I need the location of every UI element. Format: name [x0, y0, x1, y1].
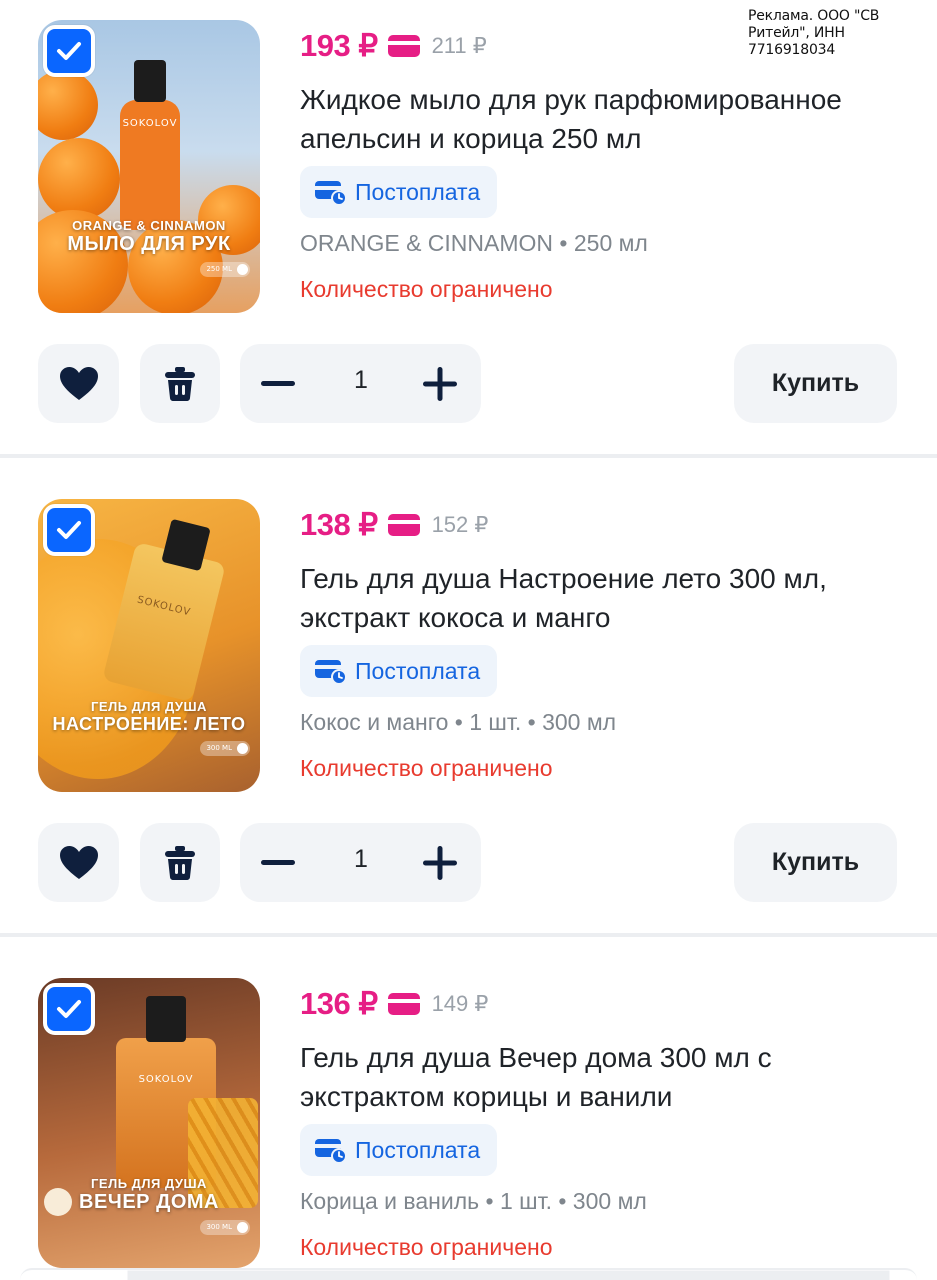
buy-button-label: Купить	[771, 848, 860, 876]
price-row: 138 ₽ 152 ₽	[300, 503, 488, 547]
product-specs: Корица и ваниль • 1 шт. • 300 мл	[300, 1188, 647, 1214]
stock-warning: Количество ограничено	[300, 755, 553, 781]
checkmark-icon	[57, 1000, 81, 1018]
current-price: 136 ₽	[300, 986, 378, 1021]
buy-button-label: Купить	[771, 369, 860, 397]
product-brand: SOKOLOV	[122, 118, 178, 129]
postpay-card-clock-icon	[315, 1139, 347, 1163]
product-specs: ORANGE & CINNAMON • 250 мл	[300, 230, 648, 256]
buy-button[interactable]: Купить	[734, 344, 897, 423]
stock-warning: Количество ограничено	[300, 276, 553, 302]
divider	[0, 933, 937, 937]
favorite-button[interactable]	[38, 344, 119, 423]
postpay-badge[interactable]: Постоплата	[300, 166, 498, 218]
plus-icon	[423, 367, 457, 401]
increment-button[interactable]	[420, 364, 460, 404]
postpay-label: Постоплата	[355, 178, 481, 205]
trash-icon	[165, 845, 195, 880]
decrement-button[interactable]	[258, 843, 298, 883]
heart-icon	[59, 845, 98, 879]
postpay-badge[interactable]: Постоплата	[300, 645, 498, 697]
select-checkbox[interactable]	[43, 504, 95, 556]
next-section-edge	[20, 1268, 917, 1280]
postpay-label: Постоплата	[355, 657, 481, 684]
select-checkbox[interactable]	[43, 983, 95, 1035]
price-row: 193 ₽ 211 ₽	[300, 24, 487, 68]
plus-icon	[423, 846, 457, 880]
volume-pill: 300 ML	[200, 741, 250, 756]
favorite-button[interactable]	[38, 823, 119, 902]
ad-disclaimer: Реклама. ООО "СВ Ритейл", ИНН 7716918034	[748, 8, 880, 58]
old-price: 211 ₽	[431, 33, 487, 58]
bank-card-icon	[387, 514, 420, 536]
bank-card-icon	[387, 993, 420, 1015]
bank-card-icon	[387, 35, 420, 57]
product-title[interactable]: Жидкое мыло для рук парфюмированное апел…	[300, 80, 910, 158]
buy-button[interactable]: Купить	[734, 823, 897, 902]
price-row: 136 ₽ 149 ₽	[300, 982, 488, 1026]
checkmark-icon	[57, 521, 81, 539]
decrement-button[interactable]	[258, 364, 298, 404]
select-checkbox[interactable]	[43, 25, 95, 77]
postpay-card-clock-icon	[315, 181, 347, 205]
postpay-label: Постоплата	[355, 1136, 481, 1163]
checkmark-icon	[57, 42, 81, 60]
quantity-stepper: 1	[240, 344, 481, 423]
delete-button[interactable]	[140, 344, 220, 423]
delete-button[interactable]	[140, 823, 220, 902]
divider	[0, 454, 937, 458]
minus-icon	[261, 860, 295, 865]
volume-pill: 300 ML	[200, 1220, 250, 1235]
product-image-caption: ORANGE & CINNAMON МЫЛО ДЛЯ РУК	[67, 218, 231, 255]
postpay-card-clock-icon	[315, 660, 347, 684]
product-image-caption: ГЕЛЬ ДЛЯ ДУША НАСТРОЕНИЕ: ЛЕТО	[52, 699, 246, 734]
quantity-value: 1	[354, 845, 368, 873]
product-title[interactable]: Гель для душа Вечер дома 300 мл с экстра…	[300, 1038, 910, 1116]
increment-button[interactable]	[420, 843, 460, 883]
quantity-value: 1	[354, 366, 368, 394]
product-title[interactable]: Гель для душа Настроение лето 300 мл, эк…	[300, 559, 910, 637]
trash-icon	[165, 366, 195, 401]
postpay-badge[interactable]: Постоплата	[300, 1124, 498, 1176]
quantity-stepper: 1	[240, 823, 481, 902]
stock-warning: Количество ограничено	[300, 1234, 553, 1260]
heart-icon	[59, 366, 98, 400]
product-image-caption: ГЕЛЬ ДЛЯ ДУША ВЕЧЕР ДОМА	[79, 1176, 219, 1213]
old-price: 152 ₽	[431, 512, 489, 537]
volume-pill: 250 ML	[200, 262, 250, 277]
product-brand: SOKOLOV	[138, 1074, 194, 1085]
product-specs: Кокос и манго • 1 шт. • 300 мл	[300, 709, 617, 735]
current-price: 138 ₽	[300, 507, 378, 542]
current-price: 193 ₽	[300, 28, 378, 63]
old-price: 149 ₽	[431, 991, 489, 1016]
minus-icon	[261, 381, 295, 386]
